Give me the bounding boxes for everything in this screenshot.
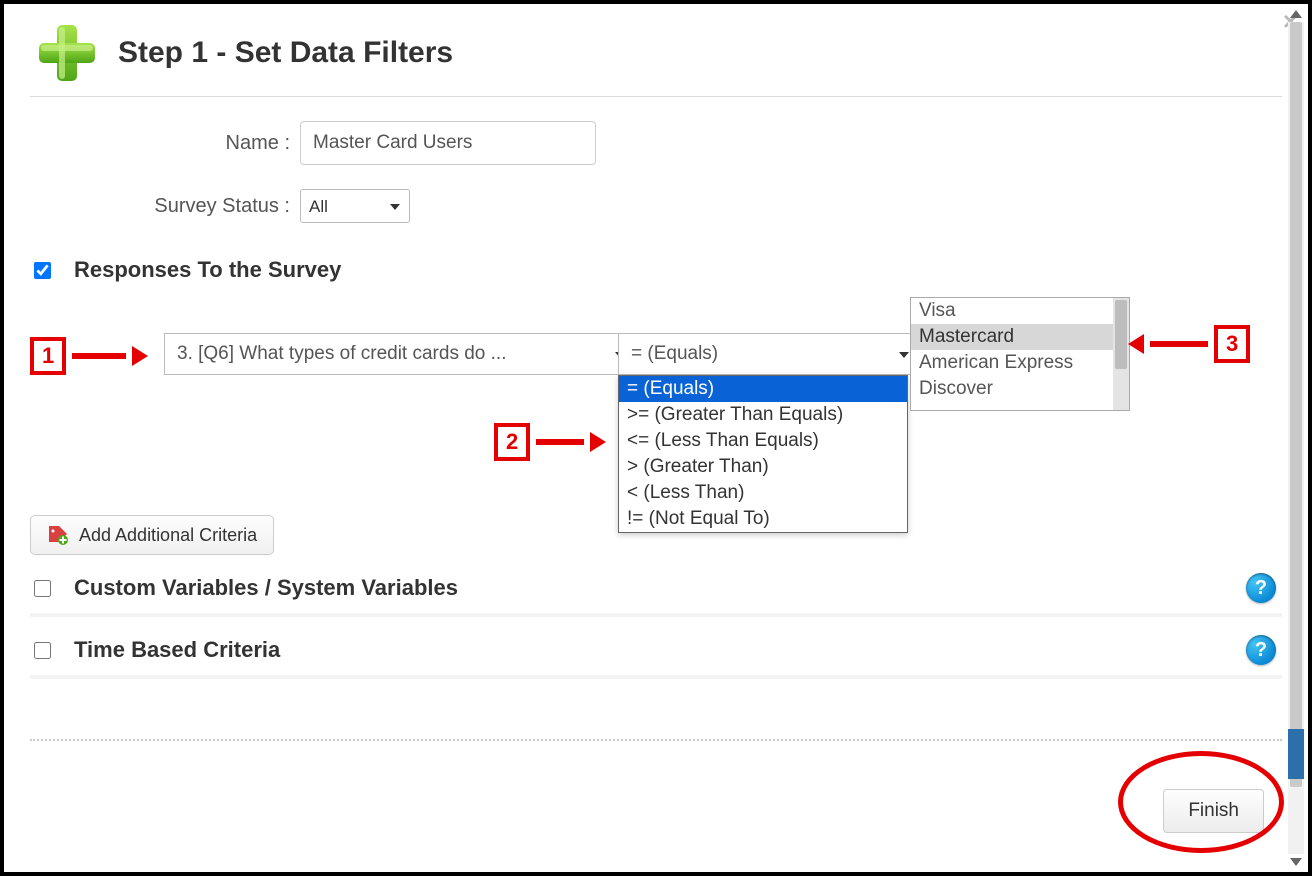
finish-area: Finish: [30, 741, 1282, 851]
value-option[interactable]: Mastercard: [911, 324, 1129, 350]
scroll-track[interactable]: [1288, 22, 1304, 854]
tag-add-icon: [47, 524, 69, 546]
operator-select-text: = (Equals): [631, 343, 718, 365]
callout-2-arrow-line: [536, 439, 584, 445]
vertical-scrollbar[interactable]: [1288, 10, 1304, 866]
callout-3: 3: [1128, 325, 1250, 363]
question-select-text: 3. [Q6] What types of credit cards do ..…: [177, 343, 506, 365]
callout-1-arrow-line: [72, 353, 126, 359]
name-row: Name :: [30, 121, 1282, 165]
operator-option[interactable]: = (Equals): [619, 376, 907, 402]
callout-2: 2: [494, 423, 606, 461]
time-based-label: Time Based Criteria: [74, 637, 280, 663]
help-icon[interactable]: ?: [1246, 573, 1276, 603]
value-listbox[interactable]: Visa Mastercard American Express Discove…: [910, 297, 1130, 411]
scroll-track-accent: [1288, 729, 1304, 779]
responses-checkbox[interactable]: [34, 262, 51, 279]
value-option[interactable]: Visa: [911, 298, 1129, 324]
listbox-scroll-thumb[interactable]: [1115, 300, 1127, 369]
operator-dropdown[interactable]: = (Equals) >= (Greater Than Equals) <= (…: [618, 375, 908, 533]
name-label: Name :: [30, 132, 290, 155]
survey-status-row: Survey Status : All: [30, 189, 1282, 223]
callout-2-arrow-head-icon: [590, 432, 606, 452]
operator-option[interactable]: < (Less Than): [619, 480, 907, 506]
value-option[interactable]: Discover: [911, 376, 1129, 402]
dialog-frame: ×: [0, 0, 1312, 876]
callout-1: 1: [30, 337, 148, 375]
responses-section-title: Responses To the Survey: [74, 257, 341, 283]
plus-icon: [30, 22, 104, 84]
time-based-checkbox[interactable]: [34, 642, 51, 659]
custom-variables-label: Custom Variables / System Variables: [74, 575, 458, 601]
operator-option[interactable]: > (Greater Than): [619, 454, 907, 480]
callout-3-box: 3: [1214, 325, 1250, 363]
dialog-header: Step 1 - Set Data Filters: [30, 22, 1282, 97]
finish-button[interactable]: Finish: [1163, 789, 1264, 833]
time-based-row: Time Based Criteria ?: [30, 625, 1282, 679]
custom-variables-row: Custom Variables / System Variables ?: [30, 563, 1282, 617]
callout-3-arrow-head-icon: [1128, 334, 1144, 354]
scroll-down-arrow-icon[interactable]: [1290, 858, 1302, 866]
scroll-thumb[interactable]: [1290, 22, 1302, 787]
survey-status-select[interactable]: All: [300, 189, 410, 223]
add-additional-criteria-button[interactable]: Add Additional Criteria: [30, 515, 274, 555]
custom-variables-checkbox[interactable]: [34, 580, 51, 597]
value-option[interactable]: American Express: [911, 350, 1129, 376]
operator-option[interactable]: >= (Greater Than Equals): [619, 402, 907, 428]
scroll-up-arrow-icon[interactable]: [1290, 10, 1302, 18]
survey-status-select-wrap: All: [300, 189, 410, 223]
listbox-scrollbar[interactable]: [1113, 298, 1129, 410]
survey-status-label: Survey Status :: [30, 195, 290, 218]
responses-section-header: Responses To the Survey: [30, 257, 1282, 283]
dialog-title: Step 1 - Set Data Filters: [118, 36, 453, 70]
add-additional-criteria-label: Add Additional Criteria: [79, 525, 257, 546]
operator-option[interactable]: != (Not Equal To): [619, 506, 907, 532]
operator-option[interactable]: <= (Less Than Equals): [619, 428, 907, 454]
callout-1-box: 1: [30, 337, 66, 375]
question-select[interactable]: 3. [Q6] What types of credit cards do ..…: [164, 333, 636, 375]
callout-2-box: 2: [494, 423, 530, 461]
callout-1-arrow-head-icon: [132, 346, 148, 366]
callout-3-arrow-line: [1150, 341, 1208, 347]
help-icon[interactable]: ?: [1246, 635, 1276, 665]
criteria-area: 1 3. [Q6] What types of credit cards do …: [30, 295, 1282, 515]
name-input[interactable]: [300, 121, 596, 165]
operator-select[interactable]: = (Equals): [618, 333, 920, 375]
